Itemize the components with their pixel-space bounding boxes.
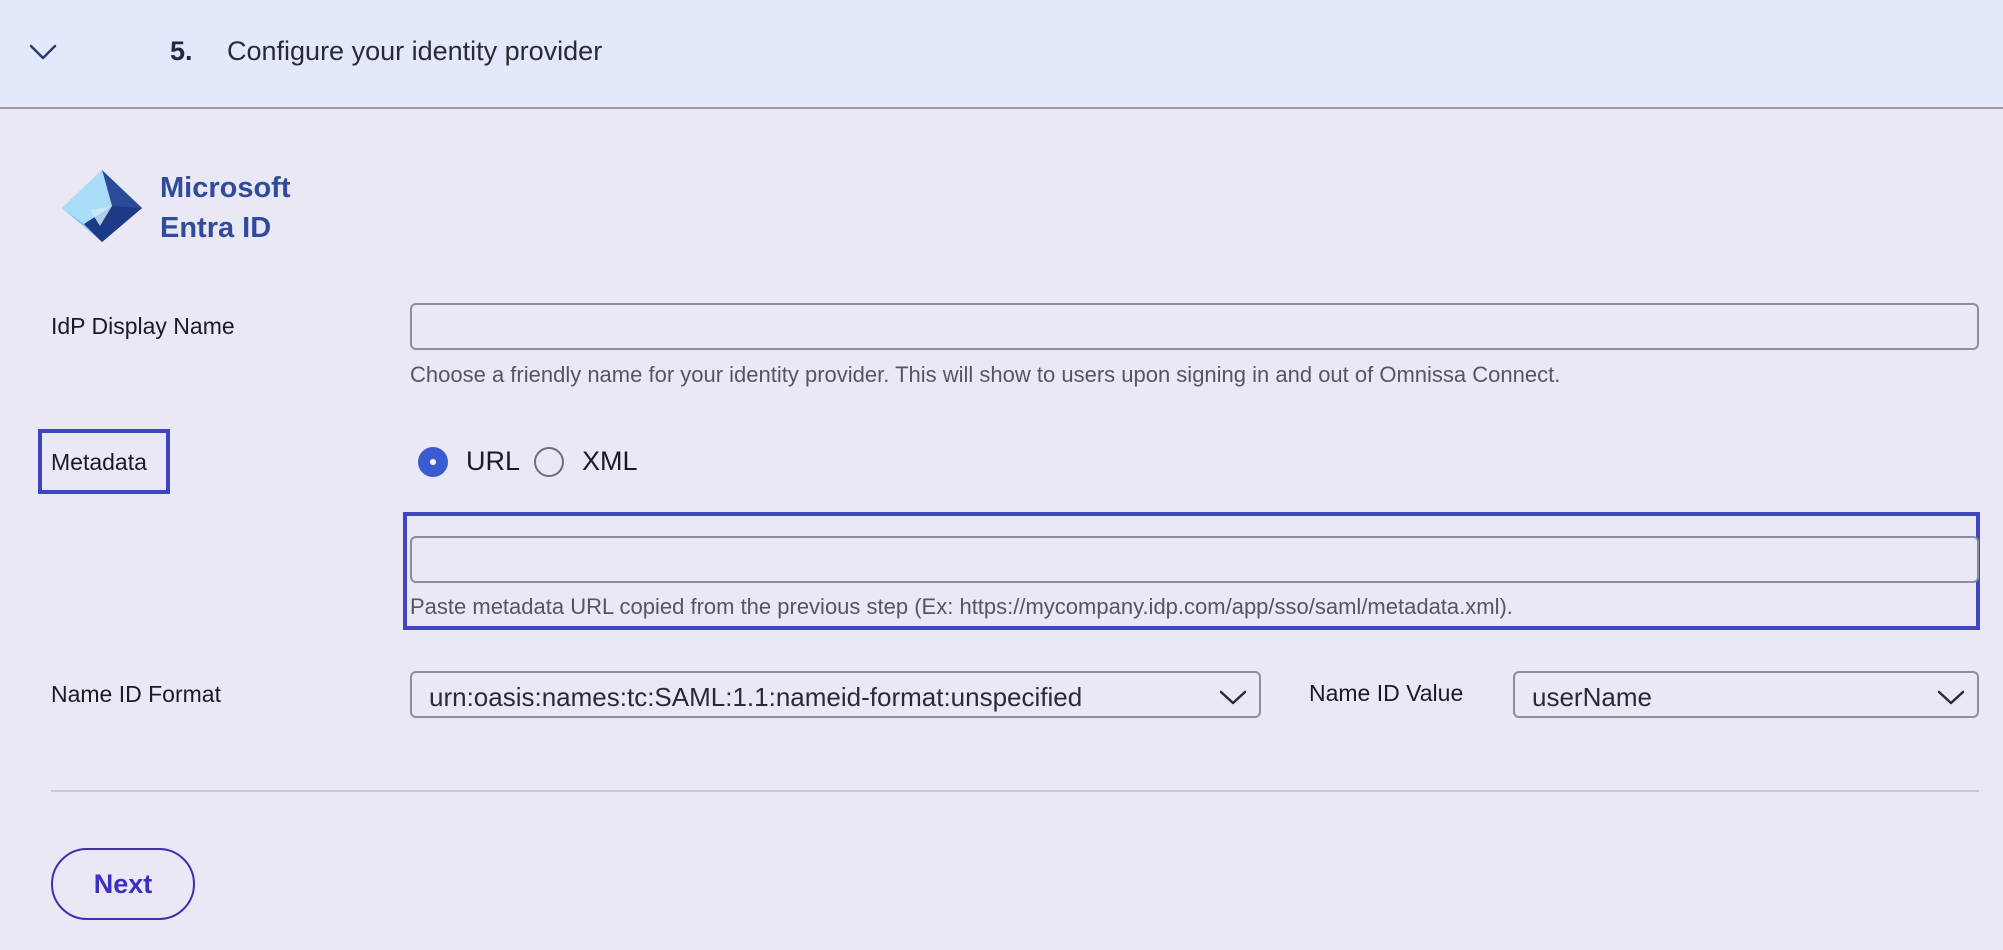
metadata-url-radio[interactable]: [418, 447, 448, 477]
metadata-xml-radio[interactable]: [534, 447, 564, 477]
section-divider: [51, 790, 1979, 792]
name-id-format-value: urn:oasis:names:tc:SAML:1.1:nameid-forma…: [429, 682, 1083, 712]
step-number: 5.: [170, 36, 193, 66]
name-id-value-select[interactable]: userName: [1513, 671, 1979, 718]
name-id-value-label: Name ID Value: [1309, 680, 1464, 706]
metadata-url-help: Paste metadata URL copied from the previ…: [410, 594, 1513, 619]
chevron-down-icon: [1219, 690, 1247, 705]
idp-display-name-input[interactable]: [410, 303, 1979, 350]
metadata-url-label[interactable]: URL: [466, 446, 520, 477]
step-header: 5. Configure your identity provider: [0, 0, 2003, 109]
idp-display-name-help: Choose a friendly name for your identity…: [410, 362, 1561, 387]
metadata-xml-label[interactable]: XML: [582, 446, 638, 477]
next-button[interactable]: Next: [51, 848, 195, 920]
idp-display-name-label: IdP Display Name: [51, 313, 235, 339]
name-id-value-selected: userName: [1532, 682, 1652, 712]
name-id-format-label: Name ID Format: [51, 681, 221, 707]
step-title: Configure your identity provider: [227, 36, 603, 66]
metadata-url-input[interactable]: [410, 536, 1979, 583]
provider-name-line1: Microsoft: [160, 172, 291, 204]
chevron-down-icon: [1937, 690, 1965, 705]
provider-name-line2: Entra ID: [160, 212, 272, 244]
provider-name: Microsoft Entra ID: [160, 168, 291, 248]
name-id-format-select[interactable]: urn:oasis:names:tc:SAML:1.1:nameid-forma…: [410, 671, 1261, 718]
metadata-label: Metadata: [51, 449, 147, 475]
microsoft-entra-id-logo-icon: [62, 170, 142, 242]
chevron-down-icon[interactable]: [28, 40, 58, 64]
